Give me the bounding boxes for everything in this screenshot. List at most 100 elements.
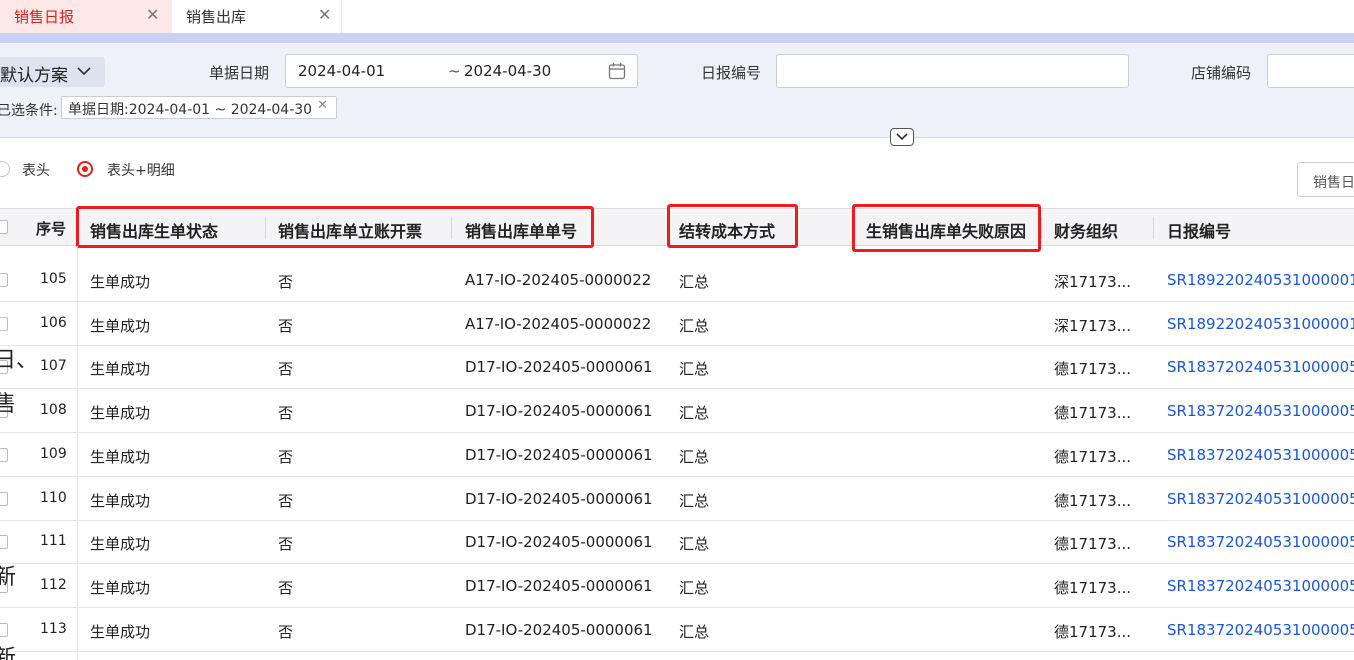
report-no-label: 日报编号 (701, 64, 762, 82)
table-row[interactable]: 106 生单成功 否 A17-IO-202405-0000022 汇总 深17173...… (0, 302, 1354, 346)
sales-report-button[interactable]: 销售日报 (1297, 162, 1354, 197)
row-checkbox[interactable] (0, 273, 8, 287)
cell-doc-no: D17-IO-202405-0000061 (465, 402, 653, 421)
tab-label: 销售日报 (14, 8, 75, 26)
cell-report-no[interactable]: SR183720240531000005 (1167, 533, 1354, 551)
cell-finance-org: 德17173... (1054, 578, 1132, 597)
cell-outbound-status: 生单成功 (90, 447, 151, 466)
cell-cost-method: 汇总 (679, 578, 710, 597)
cell-seq: 109 (40, 445, 67, 462)
overlay-fragment: 日、 (0, 348, 39, 373)
highlight-box (852, 204, 1041, 252)
cell-outbound-status: 生单成功 (90, 404, 151, 423)
cell-cost-method: 汇总 (679, 535, 710, 554)
selected-conditions-label: 已选条件: (0, 103, 58, 119)
overlay-fragment: 新 (0, 565, 17, 590)
cell-seq: 108 (40, 402, 67, 419)
cell-seq: 110 (40, 489, 67, 506)
cell-finance-org: 深17173... (1054, 316, 1132, 335)
store-code-input[interactable] (1267, 54, 1354, 88)
cell-report-no[interactable]: SR183720240531000005 (1167, 577, 1354, 595)
cell-invoice: 否 (278, 360, 294, 379)
app-window: 销售日报 ✕ 销售出库 ✕ 默认方案 单据日期 2024-04-01 ~ 202… (0, 0, 1354, 660)
row-checkbox[interactable] (0, 316, 8, 331)
cell-invoice: 否 (278, 404, 294, 423)
cell-doc-no: A17-IO-202405-0000022 (465, 271, 652, 289)
cell-report-no[interactable]: SR189220240531000001 (1167, 315, 1354, 333)
cell-report-no[interactable]: SR183720240531000005 (1167, 446, 1354, 464)
cell-doc-no: D17-IO-202405-0000061 (465, 576, 653, 595)
tab-sales-daily-report[interactable]: 销售日报 ✕ (0, 0, 172, 33)
table-row[interactable]: 110 生单成功 否 D17-IO-202405-0000061 汇总 德17173...… (0, 477, 1354, 521)
table-row[interactable]: 112 生单成功 否 D17-IO-202405-0000061 汇总 德17173...… (0, 564, 1354, 608)
table-row[interactable]: 105 生单成功 否 A17-IO-202405-0000022 汇总 深17173...… (0, 258, 1354, 302)
scheme-dropdown[interactable]: 默认方案 (0, 57, 105, 87)
select-all-checkbox[interactable] (0, 220, 8, 234)
store-code-label: 店铺编码 (1191, 64, 1252, 82)
close-icon[interactable]: ✕ (317, 98, 328, 113)
row-checkbox[interactable] (0, 491, 8, 506)
cell-report-no[interactable]: SR183720240531000005 (1167, 621, 1354, 639)
table-row[interactable]: 107 生单成功 否 D17-IO-202405-0000061 汇总 德17173...… (0, 345, 1354, 390)
chevron-down-icon (77, 67, 91, 76)
cell-report-no[interactable]: SR183720240531000005 (1167, 490, 1354, 508)
row-checkbox[interactable] (0, 622, 8, 637)
cell-doc-no: D17-IO-202405-0000061 (465, 445, 653, 464)
overlay-fragment: 售 (0, 392, 17, 417)
cell-invoice: 否 (278, 491, 294, 510)
cell-report-no[interactable]: SR183720240531000005 (1167, 358, 1354, 376)
report-no-input[interactable] (776, 54, 1129, 88)
date-to-value[interactable]: 2024-04-30 (464, 62, 551, 80)
collapse-chevron-icon (896, 133, 908, 141)
tab-underline-strip (0, 33, 1354, 43)
cell-cost-method: 汇总 (679, 447, 710, 466)
cell-seq: 107 (40, 358, 67, 375)
tab-sales-outbound[interactable]: 销售出库 ✕ (172, 0, 342, 33)
highlight-box (76, 206, 594, 248)
highlight-box (667, 204, 798, 248)
cell-invoice: 否 (278, 535, 294, 554)
cell-report-no[interactable]: SR183720240531000005 (1167, 402, 1354, 420)
radio-header-detail[interactable] (77, 161, 93, 177)
close-icon[interactable]: ✕ (146, 5, 159, 24)
column-divider[interactable] (1041, 217, 1042, 239)
cell-invoice: 否 (278, 273, 294, 291)
cell-outbound-status: 生单成功 (90, 578, 151, 597)
date-from-value[interactable]: 2024-04-01 (298, 62, 385, 80)
row-checkbox[interactable] (0, 447, 8, 462)
cell-report-no[interactable]: SR189220240531000001 (1167, 271, 1354, 289)
cell-outbound-status: 生单成功 (90, 316, 151, 335)
cell-cost-method: 汇总 (679, 404, 710, 423)
filter-panel: 默认方案 单据日期 2024-04-01 ~ 2024-04-30 日报编号 店… (0, 43, 1354, 146)
column-divider[interactable] (1153, 217, 1154, 239)
date-range-input[interactable]: 2024-04-01 ~ 2024-04-30 (285, 54, 638, 88)
cell-seq: 112 (40, 576, 67, 593)
collapse-filter-button[interactable] (890, 128, 914, 146)
cell-doc-no: D17-IO-202405-0000061 (465, 358, 653, 377)
close-icon[interactable]: ✕ (318, 5, 331, 24)
table-row[interactable]: 113 生单成功 否 D17-IO-202405-0000061 汇总 德17173...… (0, 608, 1354, 652)
col-report-no[interactable]: 日报编号 (1167, 218, 1231, 242)
col-seq[interactable]: 序号 (36, 218, 66, 239)
cell-outbound-status: 生单成功 (90, 491, 151, 510)
date-label: 单据日期 (209, 64, 270, 82)
table-row[interactable]: 109 生单成功 否 D17-IO-202405-0000061 汇总 德17173...… (0, 433, 1354, 477)
calendar-icon[interactable] (608, 62, 626, 80)
cell-cost-method: 汇总 (679, 360, 710, 379)
col-finance-org[interactable]: 财务组织 (1054, 218, 1118, 242)
table-row[interactable]: 108 生单成功 否 D17-IO-202405-0000061 汇总 德17173...… (0, 389, 1354, 434)
table-row[interactable]: 111 生单成功 否 D17-IO-202405-0000061 汇总 德17173...… (0, 520, 1354, 565)
date-separator: ~ (448, 62, 461, 80)
radio-header-only[interactable] (0, 161, 10, 177)
cell-finance-org: 德17173... (1054, 622, 1132, 641)
cell-seq: 106 (40, 314, 67, 331)
cell-finance-org: 深17173... (1054, 273, 1132, 291)
cell-cost-method: 汇总 (679, 491, 710, 510)
cell-outbound-status: 生单成功 (90, 360, 151, 379)
cell-cost-method: 汇总 (679, 273, 710, 291)
selected-condition-tag: 单据日期:2024-04-01 ~ 2024-04-30 ✕ (61, 96, 338, 119)
cell-invoice: 否 (278, 622, 294, 641)
row-checkbox[interactable] (0, 535, 8, 550)
cell-finance-org: 德17173... (1054, 491, 1132, 510)
cell-cost-method: 汇总 (679, 316, 710, 335)
